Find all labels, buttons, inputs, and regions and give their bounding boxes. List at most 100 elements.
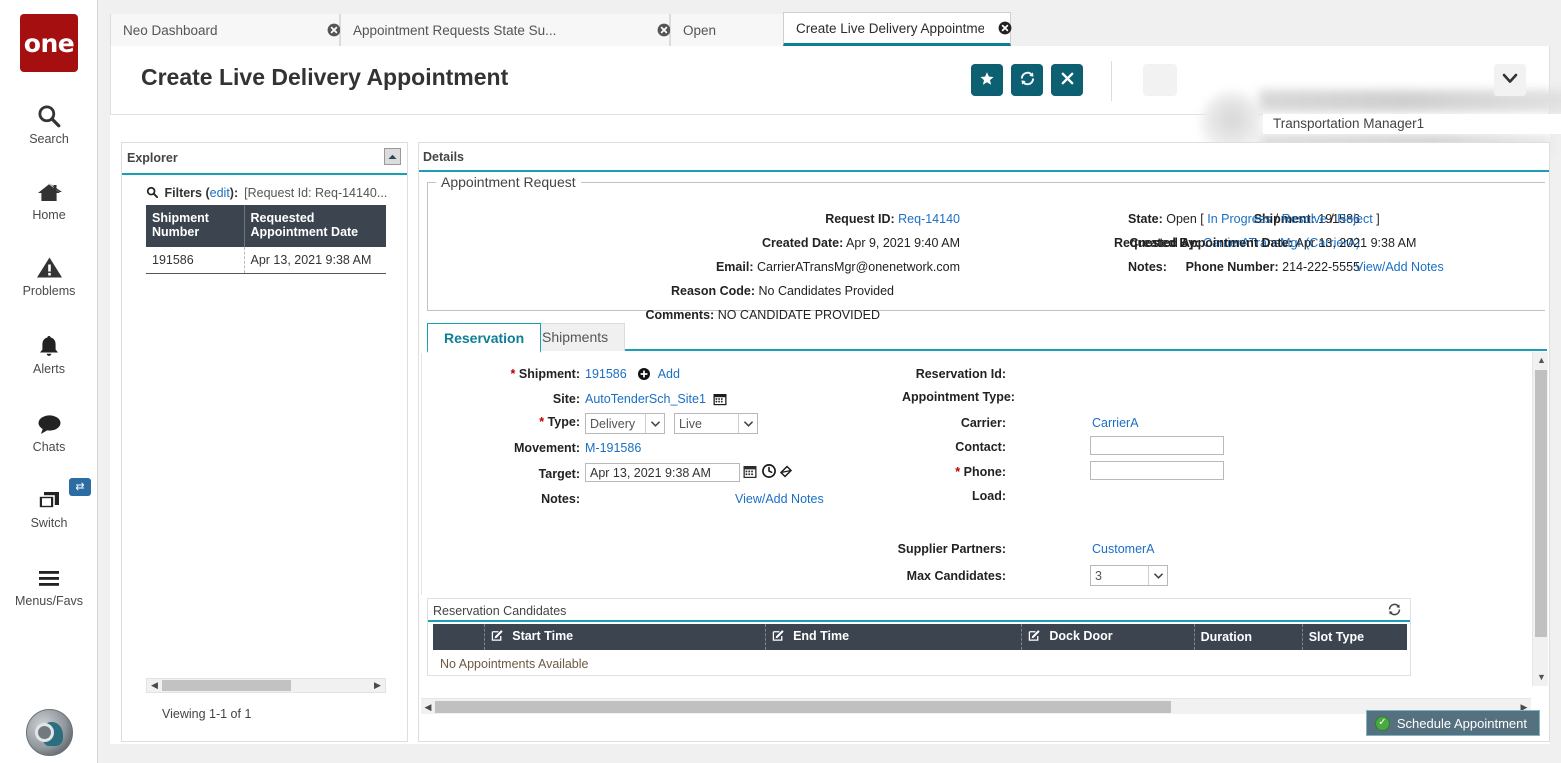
eraser-icon[interactable] xyxy=(779,464,793,481)
state-action-in-progress[interactable]: In Progress xyxy=(1207,212,1271,226)
app-menu-button[interactable] xyxy=(1143,64,1177,96)
home-icon xyxy=(0,176,98,206)
scroll-left-arrow-icon[interactable]: ◀ xyxy=(422,701,434,713)
scroll-left-arrow-icon[interactable]: ◀ xyxy=(148,680,161,691)
details-vertical-scrollbar[interactable]: ▲ ▼ xyxy=(1532,352,1548,686)
column-requested-appointment-date[interactable]: Requested Appointment Date xyxy=(244,205,386,247)
sidebar-item-chats[interactable]: Chats xyxy=(0,408,98,454)
app-logo-text: one xyxy=(24,29,74,58)
cell-shipment-number[interactable]: 191586 xyxy=(146,247,244,274)
calendar-icon[interactable] xyxy=(743,464,757,482)
schedule-appointment-button[interactable]: ✓ Schedule Appointment xyxy=(1366,710,1540,736)
contact-input[interactable] xyxy=(1090,436,1224,455)
scroll-down-arrow-icon[interactable]: ▼ xyxy=(1536,672,1547,683)
filters-edit-link[interactable]: edit xyxy=(210,186,230,200)
required-marker: * xyxy=(539,415,544,429)
value-site[interactable]: AutoTenderSch_Site1 xyxy=(585,392,706,406)
refresh-button[interactable] xyxy=(1011,64,1043,96)
value-shipment[interactable]: 191586 xyxy=(585,367,627,381)
type-mode-select[interactable]: Live xyxy=(674,413,758,434)
label-phone-text: Phone: xyxy=(964,465,1006,479)
value-supplier-partners[interactable]: CustomerA xyxy=(1092,542,1155,556)
column-end-time-label: End Time xyxy=(793,629,849,643)
column-duration[interactable]: Duration xyxy=(1194,624,1302,650)
switch-badge-icon[interactable]: ⇄ xyxy=(69,478,91,496)
user-menu-button[interactable] xyxy=(1494,64,1526,96)
reservation-candidates-table: Start Time End Time Dock Door Duration S… xyxy=(433,624,1407,650)
close-icon[interactable] xyxy=(313,23,327,37)
column-end-time[interactable]: End Time xyxy=(765,624,1021,650)
label-site: Site: xyxy=(422,392,580,406)
page-title: Create Live Delivery Appointment xyxy=(141,64,508,91)
sidebar-item-alerts[interactable]: Alerts xyxy=(0,330,98,376)
label-shipment-text: Shipment: xyxy=(519,367,580,381)
tab-reservation[interactable]: Reservation xyxy=(427,323,541,353)
field-notes-link-wrap: View/Add Notes xyxy=(1355,260,1444,274)
column-dock-door[interactable]: Dock Door xyxy=(1021,624,1194,650)
value-movement[interactable]: M-191586 xyxy=(585,441,641,455)
close-icon[interactable] xyxy=(984,21,998,35)
chevron-down-icon xyxy=(1502,73,1518,87)
windows-stack-icon: ⇄ xyxy=(0,484,98,514)
plus-circle-icon[interactable] xyxy=(638,367,653,381)
chevron-down-icon xyxy=(1148,566,1167,585)
column-shipment-number[interactable]: Shipment Number xyxy=(146,205,244,247)
close-button[interactable] xyxy=(1051,64,1083,96)
cell-requested-date[interactable]: Apr 13, 2021 9:38 AM xyxy=(244,247,386,274)
sidebar-item-problems[interactable]: Problems xyxy=(0,252,98,298)
max-candidates-value: 3 xyxy=(1095,569,1148,583)
scroll-right-arrow-icon[interactable]: ▶ xyxy=(371,680,384,691)
sidebar-item-home[interactable]: Home xyxy=(0,176,98,222)
sidebar-item-switch[interactable]: ⇄ Switch xyxy=(0,484,98,530)
clock-icon[interactable] xyxy=(762,464,776,481)
required-marker: * xyxy=(955,465,960,479)
add-shipment-link[interactable]: Add xyxy=(658,367,680,381)
sidebar-item-menus-favs[interactable]: Menus/Favs xyxy=(0,562,98,608)
tab-create-live-delivery-appointment[interactable]: Create Live Delivery Appointmen... xyxy=(783,12,1011,46)
max-candidates-select[interactable]: 3 xyxy=(1090,565,1168,586)
label-target: Target: xyxy=(422,467,580,481)
scrollbar-thumb[interactable] xyxy=(1535,370,1547,637)
tab-neo-dashboard[interactable]: Neo Dashboard xyxy=(110,14,340,46)
sidebar-label-chats: Chats xyxy=(0,440,98,454)
scrollbar-thumb[interactable] xyxy=(435,701,1171,713)
user-avatar-bottom[interactable] xyxy=(26,709,73,756)
column-select[interactable] xyxy=(433,624,484,650)
label-type-text: Type: xyxy=(548,415,580,429)
reservation-candidates-title: Reservation Candidates xyxy=(433,604,566,618)
column-start-time[interactable]: Start Time xyxy=(484,624,765,650)
type-select[interactable]: Delivery xyxy=(585,413,665,434)
explorer-horizontal-scrollbar[interactable]: ◀ ▶ xyxy=(146,678,386,693)
refresh-icon[interactable] xyxy=(1387,602,1402,620)
state-action-resolve[interactable]: Resolve xyxy=(1282,212,1327,226)
label-load-text: Load: xyxy=(972,489,1006,503)
search-icon xyxy=(146,186,161,200)
tab-label: Appointment Requests State Su... xyxy=(353,23,556,38)
scroll-up-arrow-icon[interactable]: ▲ xyxy=(1536,355,1547,366)
app-logo[interactable]: one xyxy=(20,14,78,72)
phone-input[interactable] xyxy=(1090,461,1224,480)
view-add-notes-link[interactable]: View/Add Notes xyxy=(1355,260,1444,274)
value-carrier[interactable]: CarrierA xyxy=(1092,416,1139,430)
scrollbar-thumb[interactable] xyxy=(162,680,291,691)
sidebar-item-search[interactable]: Search xyxy=(0,100,98,146)
column-slot-type[interactable]: Slot Type xyxy=(1302,624,1407,650)
close-x-icon xyxy=(1060,71,1075,89)
target-datetime-input[interactable] xyxy=(585,463,740,482)
label-type: * Type: xyxy=(422,415,580,429)
close-icon[interactable] xyxy=(643,23,657,37)
table-row[interactable]: 191586 Apr 13, 2021 9:38 AM xyxy=(146,247,386,274)
caret-up-icon[interactable] xyxy=(384,148,401,165)
state-action-reject[interactable]: Reject xyxy=(1337,212,1372,226)
search-icon xyxy=(0,100,98,130)
reservation-candidates-header: Reservation Candidates xyxy=(428,599,1410,622)
state-bracket-open: [ xyxy=(1200,212,1203,226)
header-divider xyxy=(1111,61,1112,101)
label-carrier: Carrier: xyxy=(902,416,1006,430)
calendar-icon[interactable] xyxy=(713,392,727,406)
label-contact-text: Contact: xyxy=(955,440,1006,454)
reservation-view-add-notes-link[interactable]: View/Add Notes xyxy=(735,492,824,506)
tab-appointment-requests-state[interactable]: Appointment Requests State Su... xyxy=(340,14,670,46)
details-horizontal-scrollbar[interactable]: ◀ ▶ xyxy=(421,698,1531,714)
favorite-button[interactable] xyxy=(971,64,1003,96)
